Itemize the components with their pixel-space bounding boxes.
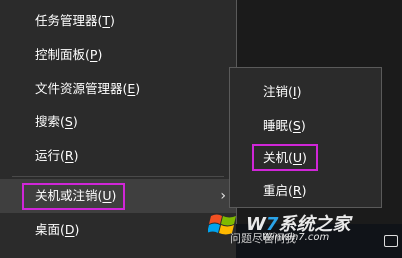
submenu-item-shutdown[interactable]: 关机(U) [230, 142, 381, 174]
menu-item-label: 任务管理器( [35, 13, 103, 28]
paren-close: ) [97, 47, 103, 62]
submenu-item-signout[interactable]: 注销(I) [230, 76, 381, 108]
menu-item-label: 搜索( [35, 114, 65, 129]
menu-item-label: 运行( [35, 148, 65, 163]
access-key: R [292, 183, 302, 198]
access-key: T [102, 13, 111, 28]
submenu-item-sleep[interactable]: 睡眠(S) [230, 110, 381, 142]
paren-close: ) [300, 118, 306, 133]
submenu-item-restart[interactable]: 重启(R) [230, 175, 381, 207]
access-key: S [64, 114, 73, 129]
paren-close: ) [111, 188, 117, 203]
menu-item-label: 睡眠( [263, 118, 293, 133]
access-key: U [102, 188, 112, 203]
menu-item-run[interactable]: 运行(R) [0, 139, 236, 173]
chevron-right-icon: › [220, 188, 226, 204]
access-key: S [292, 118, 301, 133]
menu-item-label: 关机或注销( [35, 188, 103, 203]
paren-close: ) [72, 114, 78, 129]
menu-item-shutdown-or-signout[interactable]: 关机或注销(U) › [0, 179, 236, 213]
shutdown-submenu: 注销(I) 睡眠(S) 关机(U) 重启(R) [229, 67, 382, 208]
menu-item-label: 注销( [263, 84, 293, 99]
menu-item-task-manager[interactable]: 任务管理器(T) [0, 4, 236, 38]
paren-close: ) [301, 183, 307, 198]
paren-close: ) [302, 150, 307, 165]
menu-item-label: 控制面板( [35, 47, 90, 62]
menu-item-label: 桌面( [35, 222, 65, 237]
paren-close: ) [73, 148, 79, 163]
menu-separator [12, 176, 224, 177]
menu-item-control-panel[interactable]: 控制面板(P) [0, 38, 236, 72]
menu-item-label: 关机( [263, 150, 293, 165]
paren-close: ) [74, 222, 80, 237]
paren-close: ) [135, 81, 141, 96]
menu-item-label: 文件资源管理器( [35, 81, 128, 96]
menu-item-label: 重启( [263, 183, 293, 198]
paren-close: ) [110, 13, 115, 28]
tray-icon[interactable] [384, 235, 398, 247]
access-key: U [292, 150, 303, 165]
menu-item-desktop[interactable]: 桌面(D) [0, 213, 236, 247]
watermark-url: Winwin7.com [262, 232, 330, 243]
winx-context-menu: 任务管理器(T) 控制面板(P) 文件资源管理器(E) 搜索(S) 运行(R) … [0, 0, 237, 258]
access-key: R [64, 148, 74, 163]
menu-item-search[interactable]: 搜索(S) [0, 105, 236, 139]
access-key: D [64, 222, 75, 237]
paren-close: ) [296, 84, 302, 99]
menu-item-file-explorer[interactable]: 文件资源管理器(E) [0, 72, 236, 106]
